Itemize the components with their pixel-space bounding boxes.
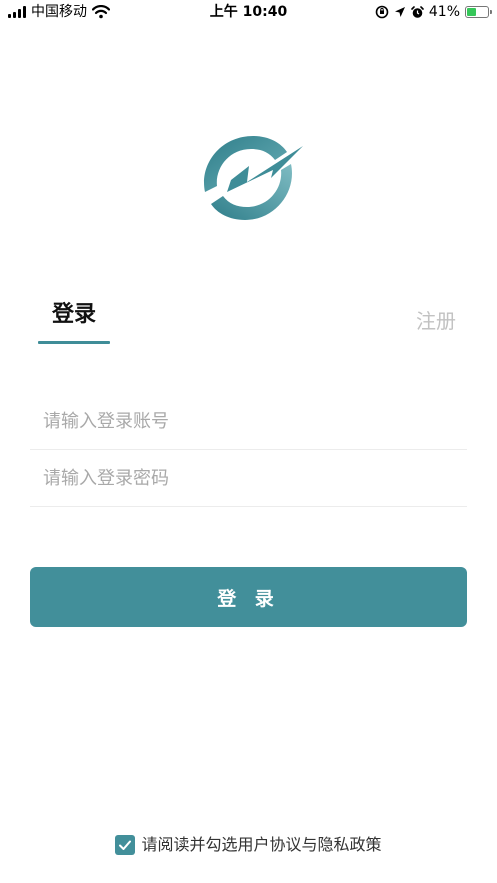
password-field xyxy=(30,451,467,507)
agreement-row: 请阅读并勾选用户协议与隐私政策 xyxy=(0,835,497,855)
agreement-checkbox[interactable] xyxy=(115,835,136,855)
battery-percent: 41% xyxy=(428,4,460,20)
tab-register[interactable]: 注册 xyxy=(400,305,472,334)
location-icon xyxy=(394,7,405,17)
agreement-text[interactable]: 请阅读并勾选用户协议与隐私政策 xyxy=(141,835,381,855)
battery-icon xyxy=(465,6,492,18)
account-input[interactable] xyxy=(30,394,467,449)
orientation-lock-icon xyxy=(375,5,389,19)
password-input[interactable] xyxy=(30,451,467,506)
login-button[interactable]: 登 录 xyxy=(30,567,467,627)
checkmark-icon xyxy=(119,840,132,850)
battery-fill xyxy=(467,8,477,16)
app-logo-icon xyxy=(195,136,303,220)
status-bar: 中国移动 上午 10:40 41% xyxy=(0,0,497,26)
active-tab-indicator xyxy=(38,341,110,344)
account-field xyxy=(30,394,467,450)
alarm-icon xyxy=(411,5,424,18)
tab-login[interactable]: 登录 xyxy=(38,296,110,328)
status-bar-right: 41% xyxy=(375,4,492,20)
